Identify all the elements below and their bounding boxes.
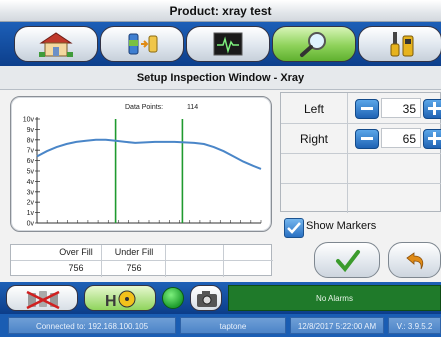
data-points-value: 114	[187, 104, 198, 111]
under-fill-header: Under Fill	[114, 247, 154, 257]
over-fill-value: 756	[68, 263, 84, 273]
undo-button[interactable]	[388, 242, 441, 278]
y-tick-label: 9v	[27, 127, 35, 134]
connection-status: Connected to: 192.168.100.105	[8, 317, 176, 334]
y-tick-label: 8v	[27, 137, 35, 144]
y-tick-label: 10v	[23, 117, 35, 124]
magnifier-icon	[300, 32, 326, 57]
xray-hazard-icon: H	[105, 290, 136, 310]
top-nav-bar	[0, 22, 441, 66]
svg-text:H: H	[105, 293, 117, 310]
monitor-button[interactable]	[186, 26, 270, 62]
y-tick-label: 0v	[27, 221, 35, 228]
product-transfer-icon	[128, 33, 158, 55]
xray-mode-button[interactable]: H	[84, 285, 156, 311]
home-button[interactable]	[14, 26, 98, 62]
reject-cans-icon	[26, 290, 60, 310]
right-decrement-button[interactable]	[355, 129, 379, 149]
fill-stats-table: Over Fill Under Fill 756 756	[10, 244, 273, 277]
inspection-button[interactable]	[272, 26, 356, 62]
right-label: Right	[299, 132, 328, 146]
show-markers-control[interactable]: Show Markers	[284, 218, 434, 238]
left-label: Left	[303, 102, 324, 116]
y-tick-label: 3v	[27, 189, 35, 196]
show-markers-checkbox[interactable]	[284, 218, 304, 238]
data-points-label: Data Points:	[125, 104, 163, 111]
series-line	[36, 138, 262, 170]
tools-icon	[390, 32, 414, 57]
section-title: Setup Inspection Window - Xray	[0, 66, 441, 90]
home-icon	[39, 32, 73, 57]
camera-button[interactable]	[190, 285, 222, 311]
right-value-field[interactable]: 65	[381, 128, 421, 148]
green-check-icon	[336, 250, 360, 273]
accept-button[interactable]	[314, 242, 380, 278]
reject-mode-button[interactable]	[6, 285, 78, 311]
waveform-monitor-icon	[213, 32, 243, 56]
y-tick-label: 1v	[27, 210, 35, 217]
right-increment-button[interactable]	[423, 129, 441, 149]
window-title: Product: xray test	[0, 0, 441, 22]
over-fill-header: Over Fill	[59, 247, 93, 257]
chart-panel: Data Points: 114 10v 9v 8v 7v 6v 5v 4v 3v 2v 1v 0v	[10, 96, 272, 232]
under-fill-value: 756	[126, 263, 142, 273]
alarm-status-bar[interactable]: No Alarms	[228, 285, 441, 311]
left-decrement-button[interactable]	[355, 99, 379, 119]
status-indicator	[162, 287, 184, 309]
left-value-field[interactable]: 35	[381, 98, 421, 118]
status-bar: Connected to: 192.168.100.105 taptone 12…	[0, 314, 441, 337]
checkmark-icon	[287, 222, 301, 234]
datetime-display: 12/8/2017 5:22:00 AM	[290, 317, 384, 334]
tools-button[interactable]	[358, 26, 441, 62]
left-increment-button[interactable]	[423, 99, 441, 119]
product-button[interactable]	[100, 26, 184, 62]
y-tick-label: 6v	[27, 158, 35, 165]
y-tick-label: 4v	[27, 179, 35, 186]
y-tick-label: 7v	[27, 148, 35, 155]
device-name: taptone	[180, 317, 286, 334]
y-tick-label: 5v	[27, 169, 35, 176]
window-settings-panel: Left 35 Right 65	[280, 92, 441, 213]
camera-icon	[197, 291, 217, 307]
undo-arrow-icon	[406, 252, 424, 270]
version-label: V.: 3.9.5.2	[388, 317, 441, 334]
bottom-toolbar: H No Alarms	[0, 282, 441, 314]
voltage-chart: Data Points: 114 10v 9v 8v 7v 6v 5v 4v 3v 2v 1v 0v	[23, 104, 262, 228]
y-tick-label: 2v	[27, 200, 35, 207]
show-markers-label: Show Markers	[306, 220, 377, 232]
